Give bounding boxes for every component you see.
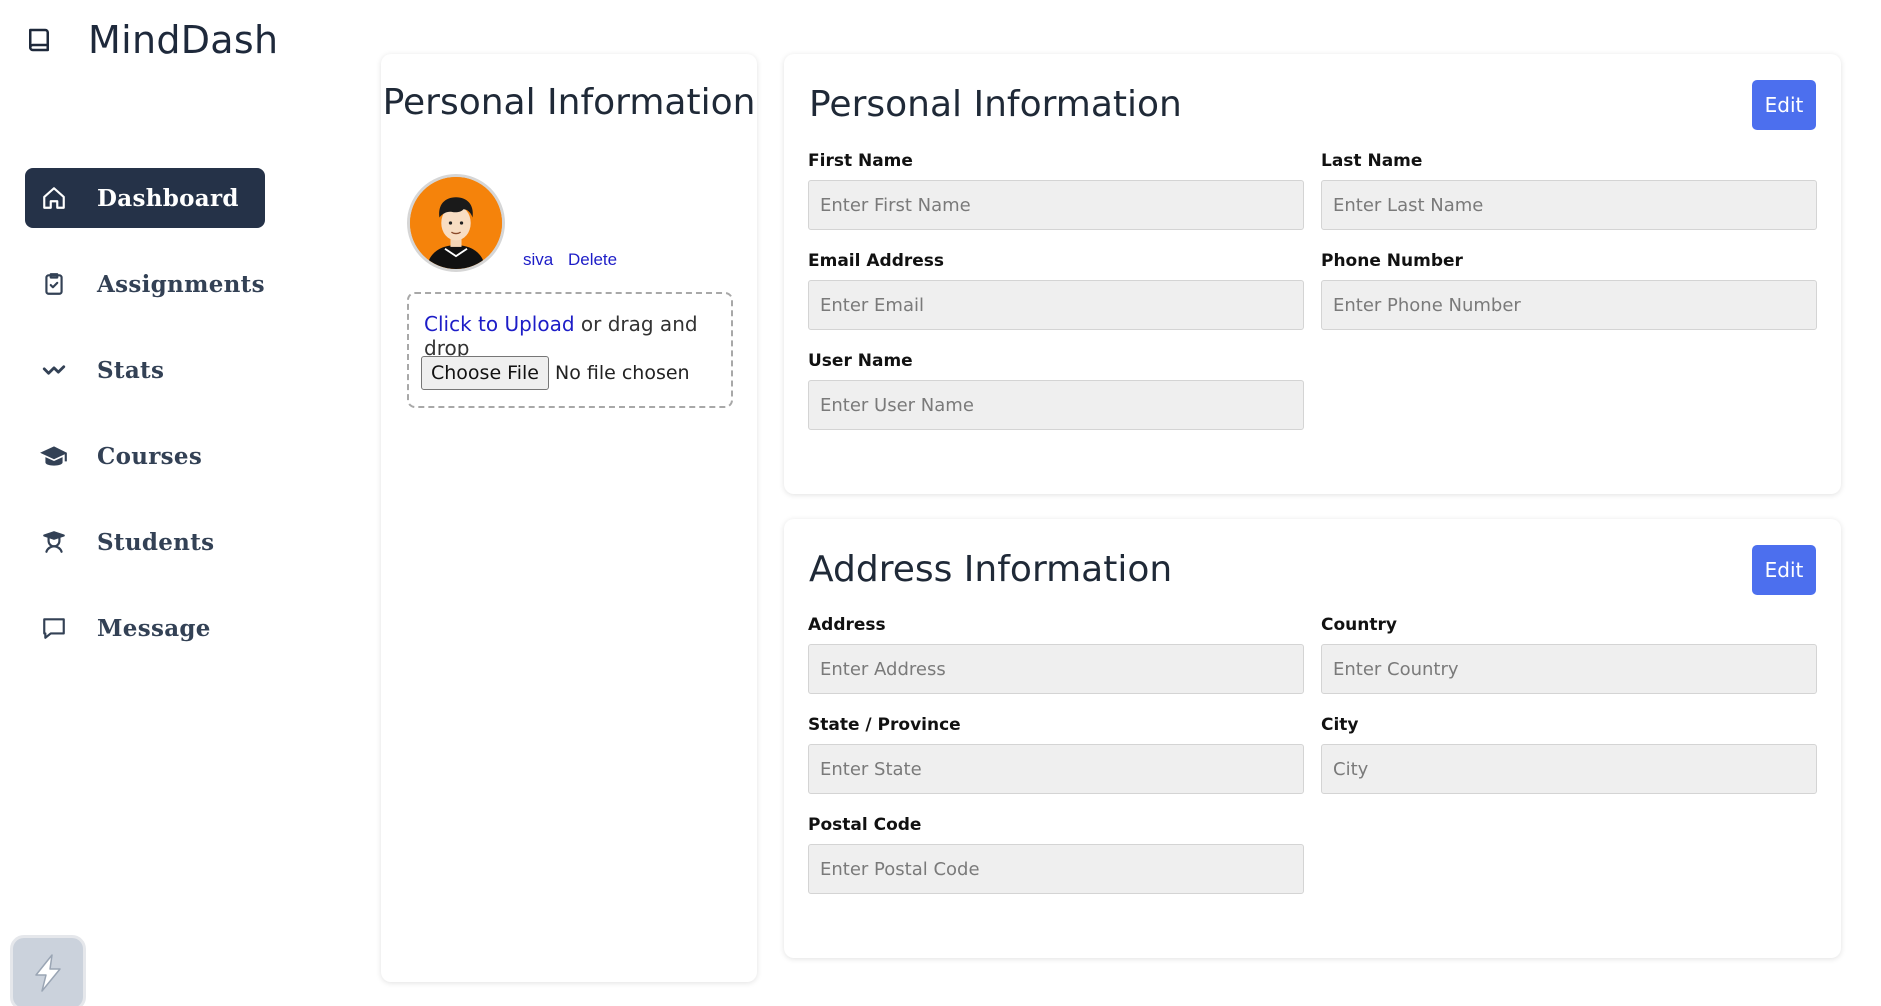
email-label: Email Address <box>808 251 945 271</box>
address-input[interactable] <box>808 644 1304 694</box>
upload-dropzone[interactable]: Click to Upload or drag and drop Choose … <box>407 292 733 408</box>
edit-personal-button[interactable]: Edit <box>1752 80 1816 130</box>
phone-label: Phone Number <box>1321 251 1463 271</box>
upload-instructions: Click to Upload or drag and drop <box>424 312 731 360</box>
city-label: City <box>1321 715 1359 735</box>
brand-title: MindDash <box>88 18 279 62</box>
book-icon <box>29 28 49 52</box>
no-file-text: No file chosen <box>554 362 690 384</box>
sidebar-nav: Dashboard Assignments Stats Courses Stud… <box>25 168 265 684</box>
click-to-upload-link[interactable]: Click to Upload <box>424 312 575 336</box>
sidebar-item-label: Dashboard <box>97 184 239 212</box>
phone-field: Phone Number <box>1321 251 1817 330</box>
profile-title: Personal Information <box>382 82 756 123</box>
home-icon <box>39 183 69 213</box>
edit-address-button[interactable]: Edit <box>1752 545 1816 595</box>
sidebar-item-label: Message <box>97 614 211 642</box>
first-name-field: First Name <box>808 151 1304 230</box>
country-input[interactable] <box>1321 644 1817 694</box>
email-field: Email Address <box>808 251 1304 330</box>
avatar-illustration-icon <box>410 177 502 269</box>
sidebar-item-dashboard[interactable]: Dashboard <box>25 168 265 228</box>
app-launcher-widget[interactable] <box>10 935 86 1006</box>
username-link[interactable]: siva <box>523 250 553 269</box>
sidebar-item-label: Assignments <box>97 270 265 298</box>
lightning-logo-icon <box>35 954 61 992</box>
avatar-links: siva Delete <box>523 250 627 270</box>
country-label: Country <box>1321 615 1397 635</box>
sidebar-item-message[interactable]: Message <box>25 598 265 658</box>
last-name-field: Last Name <box>1321 151 1817 230</box>
username-label: User Name <box>808 351 913 371</box>
postal-code-input[interactable] <box>808 844 1304 894</box>
profile-card: Personal Information siva Delete Click t… <box>381 54 757 982</box>
phone-input[interactable] <box>1321 280 1817 330</box>
email-input[interactable] <box>808 280 1304 330</box>
address-label: Address <box>808 615 886 635</box>
sidebar-item-stats[interactable]: Stats <box>25 340 265 400</box>
trend-line-icon <box>39 355 69 385</box>
state-label: State / Province <box>808 715 961 735</box>
first-name-label: First Name <box>808 151 913 171</box>
delete-avatar-link[interactable]: Delete <box>568 250 617 269</box>
username-field: User Name <box>808 351 1304 430</box>
sidebar-item-assignments[interactable]: Assignments <box>25 254 265 314</box>
last-name-label: Last Name <box>1321 151 1423 171</box>
address-info-title: Address Information <box>809 549 1173 590</box>
choose-file-button[interactable]: Choose File <box>421 356 549 390</box>
city-input[interactable] <box>1321 744 1817 794</box>
last-name-input[interactable] <box>1321 180 1817 230</box>
brand: MindDash <box>24 18 278 62</box>
avatar <box>407 174 505 272</box>
postal-code-field: Postal Code <box>808 815 1304 894</box>
state-input[interactable] <box>808 744 1304 794</box>
sidebar-item-label: Courses <box>97 442 203 470</box>
file-input: Choose File No file chosen <box>421 356 690 390</box>
username-input[interactable] <box>808 380 1304 430</box>
sidebar-item-students[interactable]: Students <box>25 512 265 572</box>
country-field: Country <box>1321 615 1817 694</box>
student-icon <box>39 527 69 557</box>
chat-bubble-icon <box>39 613 69 643</box>
postal-code-label: Postal Code <box>808 815 922 835</box>
first-name-input[interactable] <box>808 180 1304 230</box>
city-field: City <box>1321 715 1817 794</box>
personal-info-card: Personal Information Edit First Name Las… <box>784 54 1841 494</box>
graduation-cap-icon <box>39 441 69 471</box>
address-field: Address <box>808 615 1304 694</box>
sidebar-item-label: Stats <box>97 356 165 384</box>
clipboard-check-icon <box>39 269 69 299</box>
state-field: State / Province <box>808 715 1304 794</box>
sidebar-item-label: Students <box>97 528 215 556</box>
sidebar-item-courses[interactable]: Courses <box>25 426 265 486</box>
personal-info-title: Personal Information <box>809 84 1182 125</box>
address-info-card: Address Information Edit Address Country… <box>784 519 1841 958</box>
